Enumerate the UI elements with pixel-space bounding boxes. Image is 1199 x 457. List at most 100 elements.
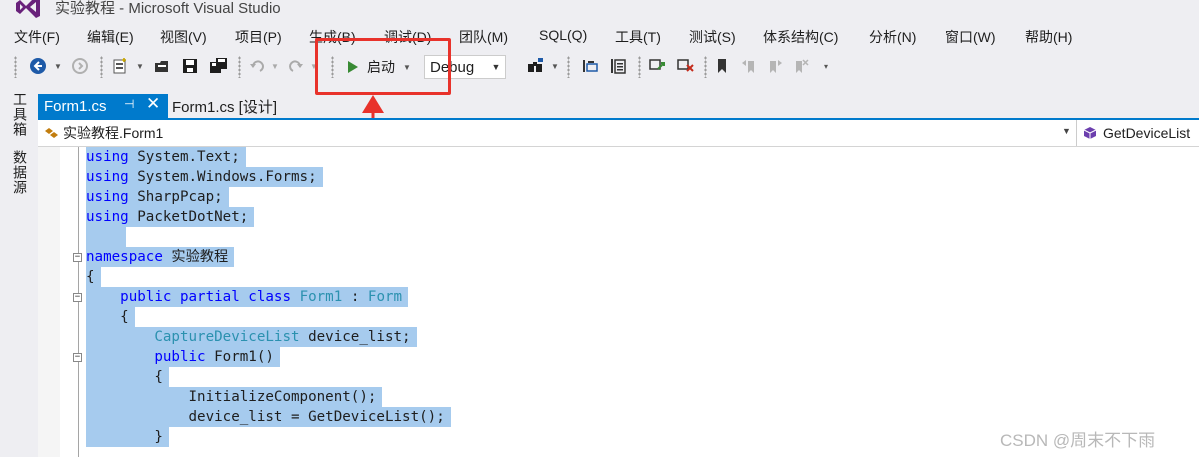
collapse-icon[interactable]: − (73, 353, 82, 362)
menu-file[interactable]: 文件(F) (14, 27, 60, 47)
uncomment-icon[interactable] (673, 52, 697, 80)
new-dropdown-icon[interactable]: ▼ (134, 52, 146, 80)
toolbar-grip (567, 56, 570, 78)
menu-analyze[interactable]: 分析(N) (869, 27, 916, 47)
code-text: System.Text; (128, 149, 240, 165)
code-keyword: public partial class (120, 289, 292, 305)
code-keyword: using (86, 169, 129, 185)
menu-view[interactable]: 视图(V) (160, 27, 207, 47)
previous-bookmark-icon[interactable] (738, 52, 760, 80)
find-dropdown-icon[interactable]: ▼ (550, 52, 560, 80)
open-file-icon[interactable] (150, 52, 174, 80)
code-line[interactable]: using SharpPcap; (86, 187, 229, 207)
standard-toolbar: ▼ ▼ ▼ ▼ 启动 ▼ Debug ▼ ▼ ▾ (0, 52, 1199, 82)
code-line[interactable]: } (86, 427, 169, 447)
menu-help[interactable]: 帮助(H) (1025, 27, 1072, 47)
toolbar-grip (704, 56, 707, 78)
class-dropdown[interactable]: 实验教程.Form1 (43, 123, 163, 143)
tab-form1-cs[interactable]: Form1.cs ⊣ ✕ (38, 94, 168, 118)
tab-label: Form1.cs [设计] (172, 98, 278, 116)
indicator-margin[interactable] (38, 147, 60, 457)
back-dropdown-icon[interactable]: ▼ (52, 52, 64, 80)
back-icon[interactable] (26, 52, 50, 80)
code-keyword: using (86, 189, 129, 205)
window-title: 实验教程 - Microsoft Visual Studio (55, 0, 281, 17)
class-icon (45, 128, 58, 138)
document-tabs: Form1.cs ⊣ ✕ Form1.cs [设计] (38, 94, 1199, 120)
save-icon[interactable] (178, 52, 202, 80)
collapse-icon[interactable]: − (73, 293, 82, 302)
code-line[interactable]: using System.Windows.Forms; (86, 167, 323, 187)
toolbox-tab[interactable]: 工具箱 (10, 92, 30, 137)
chevron-down-icon: ▼ (491, 62, 501, 72)
code-line[interactable]: using System.Text; (86, 147, 246, 167)
code-text: device_list; (299, 329, 411, 345)
code-line[interactable]: public Form1() (86, 347, 280, 367)
code-line[interactable]: { (86, 267, 101, 287)
code-line[interactable]: { (86, 367, 169, 387)
toolbar-grip[interactable] (14, 56, 17, 78)
code-line[interactable]: namespace 实验教程 (86, 247, 235, 267)
title-bar: 实验教程 - Microsoft Visual Studio (0, 0, 1199, 22)
code-line[interactable]: CaptureDeviceList device_list; (86, 327, 417, 347)
menu-project[interactable]: 项目(P) (235, 27, 282, 47)
code-keyword: public (154, 349, 206, 365)
find-in-files-icon[interactable] (522, 52, 548, 80)
code-line[interactable]: { (86, 307, 135, 327)
code-line[interactable]: InitializeComponent(); (86, 387, 383, 407)
code-text: PacketDotNet; (128, 209, 249, 225)
navigation-bar: 实验教程.Form1 ▼ GetDeviceList (38, 120, 1199, 147)
code-text: device_list = GetDeviceList(); (86, 409, 445, 425)
bookmark-icon[interactable] (712, 52, 732, 80)
new-project-icon[interactable] (108, 52, 132, 80)
redo-icon[interactable] (285, 52, 307, 80)
comment-icon[interactable] (645, 52, 669, 80)
menu-architecture[interactable]: 体系结构(C) (763, 27, 838, 47)
tab-form1-design[interactable]: Form1.cs [设计] (172, 94, 277, 118)
menu-edit[interactable]: 编辑(E) (87, 27, 134, 47)
member-dropdown[interactable]: GetDeviceList (1076, 120, 1199, 146)
data-sources-tab[interactable]: 数据源 (10, 150, 30, 195)
code-text: Form1() (205, 349, 274, 365)
outline-guide (78, 147, 79, 457)
menu-window[interactable]: 窗口(W) (945, 27, 996, 47)
toolbar-grip (238, 56, 241, 78)
clear-bookmarks-icon[interactable] (790, 52, 812, 80)
side-tool-strip: 工具箱 数据源 (0, 88, 38, 457)
method-icon (1083, 127, 1097, 139)
close-icon[interactable]: ✕ (146, 94, 160, 114)
code-text: } (86, 429, 163, 445)
undo-icon[interactable] (246, 52, 268, 80)
menu-bar: 文件(F) 编辑(E) 视图(V) 项目(P) 生成(B) 调试(D) 团队(M… (0, 23, 1199, 49)
menu-test[interactable]: 测试(S) (689, 27, 736, 47)
menu-sql[interactable]: SQL(Q) (539, 27, 587, 43)
next-bookmark-icon[interactable] (764, 52, 786, 80)
toolbar-overflow-icon[interactable]: ▾ (820, 52, 832, 80)
save-all-icon[interactable] (206, 52, 232, 80)
align-icon[interactable] (578, 52, 602, 80)
code-line[interactable]: public partial class Form1 : Form (86, 287, 409, 307)
code-text: System.Windows.Forms; (128, 169, 317, 185)
collapse-icon[interactable]: − (73, 253, 82, 262)
code-text: 实验教程 (162, 249, 229, 265)
list-members-icon[interactable] (606, 52, 630, 80)
code-editor[interactable]: − − − using System.Text; using System.Win… (38, 147, 1199, 457)
code-line[interactable] (86, 227, 126, 247)
code-type: CaptureDeviceList (154, 329, 300, 345)
code-text: SharpPcap; (128, 189, 223, 205)
code-line[interactable]: using PacketDotNet; (86, 207, 255, 227)
code-text: { (86, 309, 129, 325)
code-line[interactable]: device_list = GetDeviceList(); (86, 407, 451, 427)
pin-icon[interactable]: ⊣ (124, 97, 134, 111)
code-text: InitializeComponent(); (86, 389, 377, 405)
chevron-down-icon[interactable]: ▼ (1062, 126, 1071, 136)
menu-tools[interactable]: 工具(T) (615, 27, 661, 47)
watermark: CSDN @周末不下雨 (1000, 431, 1156, 450)
code-type: Form (367, 289, 403, 305)
forward-icon[interactable] (68, 52, 92, 80)
member-name: GetDeviceList (1103, 125, 1191, 141)
menu-team[interactable]: 团队(M) (459, 27, 508, 47)
undo-dropdown-icon[interactable]: ▼ (270, 52, 280, 80)
